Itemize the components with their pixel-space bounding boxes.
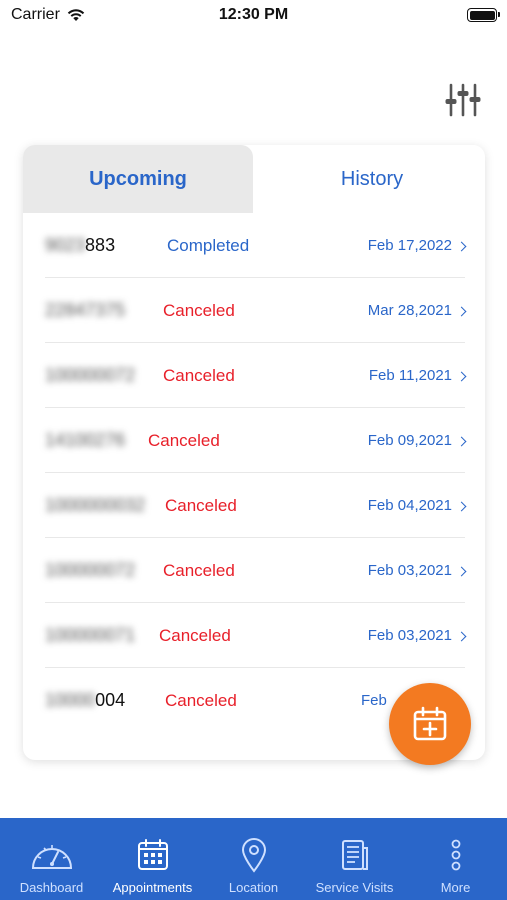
tab-history[interactable]: History — [259, 145, 485, 213]
status-label: Canceled — [163, 301, 235, 320]
appointment-id: 22847375 — [45, 300, 126, 320]
appointment-id: 9023883 — [45, 235, 116, 255]
appointment-id: 10000004 — [45, 690, 126, 710]
filter-button[interactable] — [443, 80, 483, 120]
appointment-date: Feb — [361, 692, 387, 709]
status-label: Canceled — [165, 691, 237, 710]
chevron-right-icon — [456, 631, 467, 641]
status-label: Canceled — [163, 561, 235, 580]
appointment-date: Feb 03,2021 — [368, 603, 467, 668]
status-bar: Carrier 12:30 PM — [0, 0, 507, 32]
more-vertical-icon — [451, 839, 460, 871]
appointment-date: Mar 28,2021 — [368, 278, 467, 343]
status-label: Canceled — [159, 626, 231, 645]
calendar-plus-icon — [413, 706, 447, 741]
appointment-id: 100000072 — [45, 365, 136, 385]
tab-bar: Upcoming History — [23, 145, 485, 213]
status-time: 12:30 PM — [218, 6, 289, 23]
chevron-right-icon — [456, 371, 467, 381]
appointments-card: Upcoming History 9023883 Completed Feb 1… — [23, 145, 485, 760]
nav-appointments[interactable]: Appointments — [102, 818, 203, 900]
appointment-date: Feb 03,2021 — [368, 538, 467, 603]
appointment-date: Feb 11,2021 — [369, 343, 467, 408]
appointment-date: Feb 17,2022 — [368, 213, 467, 278]
list-item[interactable]: 100000072 Canceled Feb 11,2021 — [45, 343, 467, 408]
appointment-date: Feb 04,2021 — [368, 473, 467, 538]
chevron-right-icon — [456, 436, 467, 446]
calendar-icon — [137, 839, 168, 870]
document-icon — [341, 840, 368, 870]
status-label: Canceled — [163, 366, 235, 385]
tab-upcoming[interactable]: Upcoming — [23, 145, 253, 213]
list-item[interactable]: 9023883 Completed Feb 17,2022 — [45, 213, 467, 278]
appointment-id: 14100276 — [45, 430, 126, 450]
chevron-right-icon — [456, 566, 467, 576]
sliders-icon — [445, 83, 481, 117]
status-label: Canceled — [148, 431, 220, 450]
chevron-right-icon — [456, 501, 467, 511]
list-item[interactable]: 14100276 Canceled Feb 09,2021 — [45, 408, 467, 473]
bottom-navigation: Dashboard Appointments Location Service … — [0, 818, 507, 900]
appointment-id: 1000000032 — [45, 495, 146, 515]
status-label: Completed — [167, 236, 250, 255]
appointment-date: Feb 09,2021 — [368, 408, 467, 473]
status-label: Canceled — [165, 496, 237, 515]
map-pin-icon — [241, 838, 266, 873]
speedometer-icon — [31, 845, 72, 869]
list-item[interactable]: 100000071 Canceled Feb 03,2021 — [45, 603, 467, 668]
chevron-right-icon — [456, 241, 467, 251]
nav-service-visits[interactable]: Service Visits — [304, 818, 405, 900]
list-item[interactable]: 1000000032 Canceled Feb 04,2021 — [45, 473, 467, 538]
appointment-id: 100000072 — [45, 560, 136, 580]
appointment-id: 100000071 — [45, 625, 136, 645]
nav-location[interactable]: Location — [203, 818, 304, 900]
list-item[interactable]: 22847375 Canceled Mar 28,2021 — [45, 278, 467, 343]
nav-more[interactable]: More — [405, 818, 506, 900]
list-item[interactable]: 100000072 Canceled Feb 03,2021 — [45, 538, 467, 603]
nav-more-label: More — [440, 880, 471, 895]
battery-icon — [467, 8, 500, 22]
chevron-right-icon — [456, 306, 467, 316]
nav-dashboard[interactable]: Dashboard — [1, 818, 102, 900]
add-appointment-button[interactable] — [389, 683, 471, 765]
